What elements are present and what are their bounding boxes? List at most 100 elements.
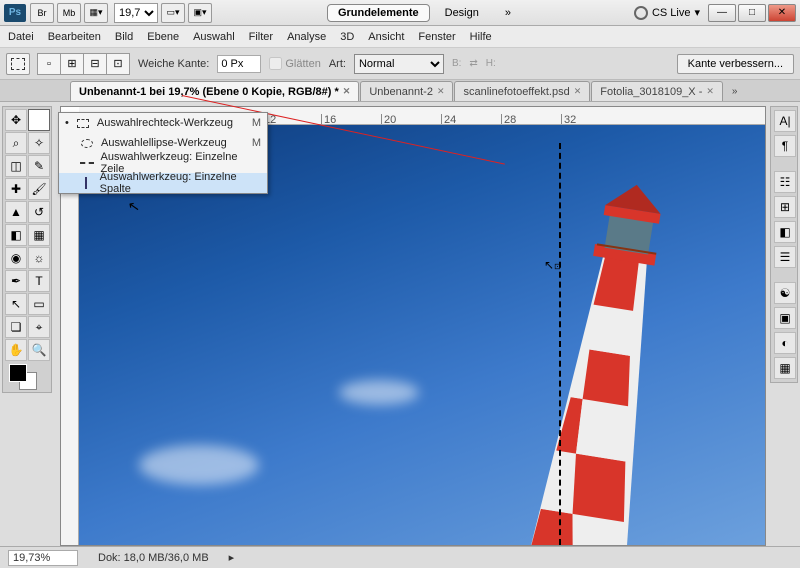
title-bar: Ps Br Mb ▦▾ 19,7 ▭▾ ▣▾ Grundelemente Des… (0, 0, 800, 26)
screen-mode-button[interactable]: ▣▾ (188, 3, 212, 23)
zoom-select[interactable]: 19,7 (114, 3, 158, 23)
menu-filter[interactable]: Filter (249, 31, 273, 43)
menu-ansicht[interactable]: Ansicht (368, 31, 404, 43)
panel-paragraph[interactable]: ¶ (774, 135, 796, 157)
minimize-button[interactable]: — (708, 4, 736, 22)
close-button[interactable]: ✕ (768, 4, 796, 22)
doc-info[interactable]: Dok: 18,0 MB/36,0 MB (98, 552, 209, 564)
crop-tool[interactable]: ◫ (5, 155, 27, 177)
close-icon[interactable]: ✕ (343, 86, 351, 97)
cs-live[interactable]: CS Live▾ (634, 6, 700, 20)
menu-3d[interactable]: 3D (340, 31, 354, 43)
menu-item-rectangular-marquee[interactable]: • Auswahlrechteck-Werkzeug M (59, 113, 267, 133)
menu-item-single-column-marquee[interactable]: Auswahlwerkzeug: Einzelne Spalte (59, 173, 267, 193)
cursor-icon: ↖⊡ (544, 258, 561, 272)
panel-histogram[interactable]: ☷ (774, 171, 796, 193)
menu-bearbeiten[interactable]: Bearbeiten (48, 31, 101, 43)
foreground-color[interactable] (9, 364, 27, 382)
panel-adjustments[interactable]: ☯ (774, 282, 796, 304)
marquee-tool[interactable] (28, 109, 50, 131)
menu-fenster[interactable]: Fenster (418, 31, 455, 43)
row-marquee-icon (79, 156, 95, 170)
height-label: H: (486, 58, 496, 69)
tab-fotolia[interactable]: Fotolia_3018109_X -✕ (591, 81, 723, 101)
panel-actions[interactable]: ▣ (774, 307, 796, 329)
selection-new[interactable]: ▫ (37, 53, 61, 75)
menu-auswahl[interactable]: Auswahl (193, 31, 235, 43)
close-icon[interactable]: ✕ (574, 86, 582, 97)
panel-dock: A| ¶ ☷ ⊞ ◧ ☰ ☯ ▣ ◐ ▦ (770, 106, 798, 383)
bullet-icon: • (65, 117, 69, 129)
menu-item-single-row-marquee[interactable]: Auswahlwerkzeug: Einzelne Zeile (59, 153, 267, 173)
tab-unbenannt-2[interactable]: Unbenannt-2✕ (360, 81, 453, 101)
close-icon[interactable]: ✕ (437, 86, 445, 97)
lasso-tool[interactable]: ⌕ (5, 132, 27, 154)
panel-navigator[interactable]: ⊞ (774, 196, 796, 218)
arrange-button[interactable]: ▭▾ (161, 3, 185, 23)
healing-tool[interactable]: ✚ (5, 178, 27, 200)
panel-layers[interactable]: ☰ (774, 246, 796, 268)
menu-item-elliptical-marquee[interactable]: Auswahlellipse-Werkzeug M (59, 133, 267, 153)
rect-marquee-icon (75, 116, 91, 130)
minibridge-button[interactable]: Mb (57, 3, 81, 23)
shape-tool[interactable]: ▭ (28, 293, 50, 315)
eyedropper-tool[interactable]: ✎ (28, 155, 50, 177)
wand-tool[interactable]: ✧ (28, 132, 50, 154)
gradient-tool[interactable]: ▦ (28, 224, 50, 246)
blur-tool[interactable]: ◉ (5, 247, 27, 269)
ellipse-marquee-icon (79, 136, 95, 150)
close-icon[interactable]: ✕ (706, 86, 714, 97)
cslive-icon (634, 6, 648, 20)
panel-styles[interactable]: ◐ (774, 332, 796, 354)
bridge-button[interactable]: Br (30, 3, 54, 23)
stamp-tool[interactable]: ▲ (5, 201, 27, 223)
chevron-right-icon[interactable]: ▸ (229, 551, 235, 564)
panel-character[interactable]: A| (774, 110, 796, 132)
zoom-field[interactable]: 19,73% (8, 550, 78, 566)
pen-tool[interactable]: ✒ (5, 270, 27, 292)
width-label: B: (452, 58, 461, 69)
panel-color[interactable]: ◧ (774, 221, 796, 243)
camera-tool[interactable]: ⌖ (28, 316, 50, 338)
antialias-checkbox: Glätten (269, 57, 320, 70)
selection-add[interactable]: ⊞ (60, 53, 84, 75)
style-select[interactable]: Normal (354, 54, 444, 74)
dodge-tool[interactable]: ☼ (28, 247, 50, 269)
tab-unbenannt-1[interactable]: Unbenannt-1 bei 19,7% (Ebene 0 Kopie, RG… (70, 81, 359, 101)
eraser-tool[interactable]: ◧ (5, 224, 27, 246)
refine-edge-button[interactable]: Kante verbessern... (677, 54, 794, 74)
tabs-overflow[interactable]: » (724, 81, 746, 101)
menu-bild[interactable]: Bild (115, 31, 133, 43)
hand-tool[interactable]: ✋ (5, 339, 27, 361)
tab-scanline[interactable]: scanlinefotoeffekt.psd✕ (454, 81, 590, 101)
column-marquee-selection (559, 143, 561, 545)
feather-input[interactable] (217, 55, 261, 73)
workspace-design[interactable]: Design (434, 4, 490, 22)
3d-tool[interactable]: ❏ (5, 316, 27, 338)
menu-hilfe[interactable]: Hilfe (470, 31, 492, 43)
color-swatches[interactable] (5, 362, 50, 390)
path-tool[interactable]: ↖ (5, 293, 27, 315)
tool-preset[interactable] (6, 53, 30, 75)
brush-tool[interactable]: 🖌 (28, 178, 50, 200)
maximize-button[interactable]: □ (738, 4, 766, 22)
menu-ebene[interactable]: Ebene (147, 31, 179, 43)
panel-swatches[interactable]: ▦ (774, 357, 796, 379)
type-tool[interactable]: T (28, 270, 50, 292)
tools-panel: ✥ ⌕ ✧ ◫ ✎ ✚ 🖌 ▲ ↺ ◧ ▦ ◉ ☼ ✒ T ↖ ▭ ❏ ⌖ ✋ … (2, 106, 52, 393)
status-bar: 19,73% Dok: 18,0 MB/36,0 MB ▸ (0, 546, 800, 568)
selection-intersect[interactable]: ⊡ (106, 53, 130, 75)
history-brush-tool[interactable]: ↺ (28, 201, 50, 223)
workspace-active[interactable]: Grundelemente (327, 4, 430, 22)
image-content (415, 125, 735, 545)
move-tool[interactable]: ✥ (5, 109, 27, 131)
image-content (339, 380, 419, 405)
menu-analyse[interactable]: Analyse (287, 31, 326, 43)
feather-label: Weiche Kante: (138, 58, 209, 70)
selection-subtract[interactable]: ⊟ (83, 53, 107, 75)
view-extras-button[interactable]: ▦▾ (84, 3, 108, 23)
menu-datei[interactable]: Datei (8, 31, 34, 43)
document-tab-bar: Unbenannt-1 bei 19,7% (Ebene 0 Kopie, RG… (0, 80, 800, 102)
workspace-more[interactable]: » (494, 4, 522, 22)
zoom-tool[interactable]: 🔍 (28, 339, 50, 361)
